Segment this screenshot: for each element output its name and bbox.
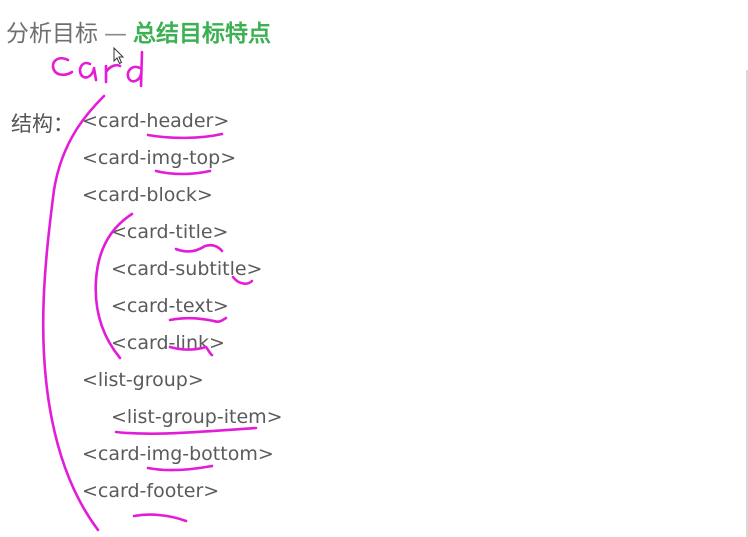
tag-card-footer: <card-footer>: [82, 480, 220, 502]
underline-list-group-item: [114, 426, 258, 435]
underline-title: [174, 243, 224, 253]
underline-header: [146, 132, 224, 140]
structure-label: 结构：: [11, 112, 74, 136]
tag-card-link: <card-link>: [111, 332, 225, 354]
underline-img-bottom: [146, 464, 214, 472]
tag-card-img-bottom: <card-img-bottom>: [82, 443, 274, 465]
title-separator: —: [104, 21, 127, 47]
slide-title: 分析目标 — 总结目标特点: [6, 14, 271, 48]
tag-card-title: <card-title>: [111, 221, 229, 243]
tag-card-text: <card-text>: [111, 295, 229, 317]
underline-img-top: [154, 169, 212, 176]
title-prefix: 分析目标: [6, 21, 98, 47]
title-highlight: 总结目标特点: [133, 21, 271, 47]
tag-list-group: <list-group>: [82, 369, 204, 391]
tag-list-group-item: <list-group-item>: [111, 406, 283, 428]
tag-card-header: <card-header>: [82, 110, 230, 132]
underline-footer-mark: [132, 513, 188, 523]
mouse-cursor-icon: [113, 47, 125, 65]
tag-card-subtitle: <card-subtitle>: [111, 258, 263, 280]
tag-card-block: <card-block>: [82, 184, 213, 206]
handwritten-card-word: [51, 50, 144, 88]
underline-text: [168, 316, 228, 323]
tag-card-img-top: <card-img-top>: [82, 147, 237, 169]
